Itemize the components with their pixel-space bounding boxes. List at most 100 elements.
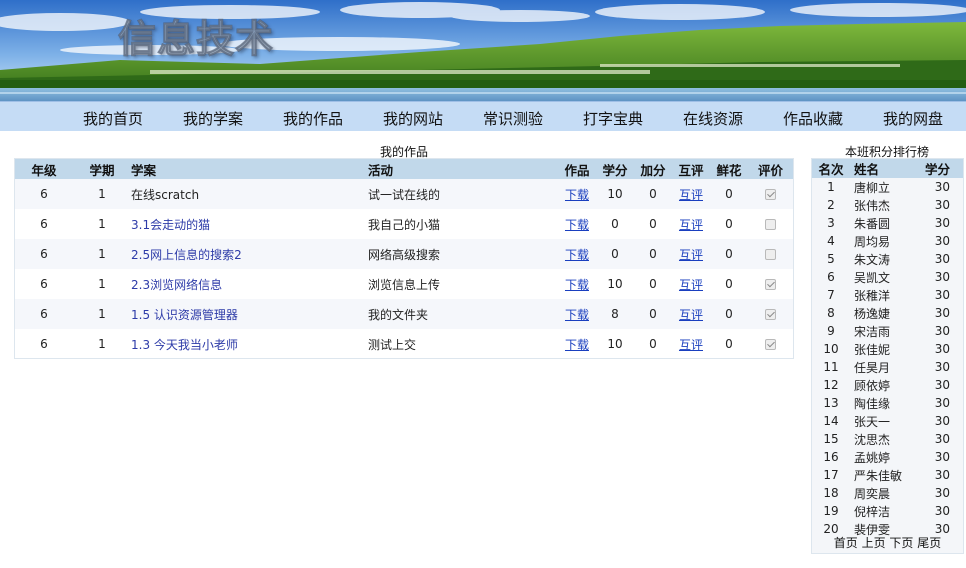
ranking-row: 7 张稚洋 30 xyxy=(812,286,963,304)
rank-cell: 19 xyxy=(823,504,839,518)
ranking-panel: 名次 姓名 学分 1 唐柳立 30 2 张伟杰 30 3 朱番圆 30 4 周均易 30 5 朱文涛 30 6… xyxy=(811,158,964,554)
score-cell: 30 xyxy=(934,270,950,284)
name-cell: 朱文涛 xyxy=(854,252,891,267)
peer-review-link[interactable]: 互评 xyxy=(679,338,703,352)
nav-item-lessons[interactable]: 我的学案 xyxy=(183,108,243,129)
rank-cell: 3 xyxy=(827,216,835,230)
pager-next-link[interactable]: 下页 xyxy=(889,536,913,550)
nav-item-favorites[interactable]: 作品收藏 xyxy=(783,108,843,129)
name-cell: 陶佳缘 xyxy=(854,396,891,411)
ranking-row: 10 张佳妮 30 xyxy=(812,340,963,358)
nav-item-netdisk[interactable]: 我的网盘 xyxy=(883,108,943,129)
works-header-row: 年级 学期 学案 活动 作品 学分 加分 互评 鲜花 评价 xyxy=(15,159,793,179)
peer-review-link[interactable]: 互评 xyxy=(679,188,703,202)
works-table: 年级 学期 学案 活动 作品 学分 加分 互评 鲜花 评价 6 1 在线scra… xyxy=(15,159,793,359)
nav-item-quiz[interactable]: 常识测验 xyxy=(483,108,543,129)
col-header-activity: 活动 xyxy=(368,159,558,179)
col-header-rank: 名次 xyxy=(812,159,850,178)
col-header-bonus: 加分 xyxy=(634,159,672,179)
score-cell: 30 xyxy=(934,306,950,320)
rank-cell: 18 xyxy=(823,486,839,500)
ranking-row: 11 任昊月 30 xyxy=(812,358,963,376)
credit-cell: 10 xyxy=(607,277,623,291)
score-cell: 30 xyxy=(934,198,950,212)
name-cell: 张稚洋 xyxy=(854,288,891,303)
ranking-row: 8 杨逸婕 30 xyxy=(812,304,963,322)
lesson-link[interactable]: 3.1会走动的猫 xyxy=(131,218,210,232)
ranking-row: 2 张伟杰 30 xyxy=(812,196,963,214)
ranking-row: 16 孟姚婷 30 xyxy=(812,448,963,466)
col-header-score: 学分 xyxy=(920,159,963,178)
works-row: 6 1 1.3 今天我当小老师 测试上交 下载 10 0 互评 0 xyxy=(15,329,793,359)
name-cell: 朱番圆 xyxy=(854,216,891,231)
col-header-review: 互评 xyxy=(672,159,710,179)
rank-cell: 14 xyxy=(823,414,839,428)
rank-cell: 1 xyxy=(827,180,835,194)
lesson-link[interactable]: 在线scratch xyxy=(131,188,199,202)
peer-review-link[interactable]: 互评 xyxy=(679,278,703,292)
peer-review-link[interactable]: 互评 xyxy=(679,248,703,262)
ranking-pager: 首页 上页 下页 尾页 xyxy=(812,534,963,551)
score-cell: 30 xyxy=(934,378,950,392)
rank-cell: 6 xyxy=(827,270,835,284)
score-cell: 30 xyxy=(934,234,950,248)
ranking-row: 14 张天一 30 xyxy=(812,412,963,430)
lesson-link[interactable]: 1.3 今天我当小老师 xyxy=(131,338,238,352)
rank-cell: 2 xyxy=(827,198,835,212)
nav-item-resources[interactable]: 在线资源 xyxy=(683,108,743,129)
name-cell: 任昊月 xyxy=(854,360,891,375)
download-link[interactable]: 下载 xyxy=(565,218,589,232)
score-cell: 30 xyxy=(934,468,950,482)
score-cell: 30 xyxy=(934,252,950,266)
rank-cell: 8 xyxy=(827,306,835,320)
col-header-term: 学期 xyxy=(73,159,131,179)
lesson-link[interactable]: 2.5网上信息的搜索2 xyxy=(131,248,242,262)
score-cell: 30 xyxy=(934,324,950,338)
download-link[interactable]: 下载 xyxy=(565,338,589,352)
nav-item-website[interactable]: 我的网站 xyxy=(383,108,443,129)
rank-cell: 9 xyxy=(827,324,835,338)
ranking-row: 18 周奕晨 30 xyxy=(812,484,963,502)
score-cell: 30 xyxy=(934,414,950,428)
term-cell: 1 xyxy=(98,337,106,351)
credit-cell: 10 xyxy=(607,337,623,351)
grade-cell: 6 xyxy=(40,217,48,231)
banner-title: 信息技术 xyxy=(117,17,275,62)
ranking-row: 6 吴凯文 30 xyxy=(812,268,963,286)
rating-checkbox xyxy=(765,279,776,290)
nav-item-typing[interactable]: 打字宝典 xyxy=(583,108,643,129)
name-cell: 唐柳立 xyxy=(854,180,891,195)
score-cell: 30 xyxy=(934,342,950,356)
peer-review-link[interactable]: 互评 xyxy=(679,308,703,322)
term-cell: 1 xyxy=(73,239,131,269)
bonus-cell: 0 xyxy=(649,337,657,351)
name-cell: 张伟杰 xyxy=(854,198,891,213)
col-header-name: 姓名 xyxy=(850,159,920,178)
bonus-cell: 0 xyxy=(649,277,657,291)
pager-last-link[interactable]: 尾页 xyxy=(917,536,941,550)
term-cell: 1 xyxy=(73,179,131,209)
lesson-link[interactable]: 2.3浏览网络信息 xyxy=(131,278,222,292)
pager-first-link[interactable]: 首页 xyxy=(834,536,858,550)
download-link[interactable]: 下载 xyxy=(565,248,589,262)
nav-item-home[interactable]: 我的首页 xyxy=(83,108,143,129)
download-link[interactable]: 下载 xyxy=(565,308,589,322)
rank-cell: 16 xyxy=(823,450,839,464)
download-link[interactable]: 下载 xyxy=(565,278,589,292)
term-cell: 1 xyxy=(98,217,106,231)
bonus-cell: 0 xyxy=(634,299,672,329)
peer-review-link[interactable]: 互评 xyxy=(679,218,703,232)
name-cell: 倪梓洁 xyxy=(854,504,891,519)
pager-prev-link[interactable]: 上页 xyxy=(862,536,886,550)
rating-checkbox xyxy=(765,189,776,200)
rank-cell: 17 xyxy=(823,468,839,482)
flowers-cell: 0 xyxy=(710,179,748,209)
score-cell: 30 xyxy=(934,288,950,302)
grade-cell: 6 xyxy=(40,277,48,291)
lesson-link[interactable]: 1.5 认识资源管理器 xyxy=(131,308,238,322)
flowers-cell: 0 xyxy=(725,217,733,231)
works-row: 6 1 2.3浏览网络信息 浏览信息上传 下载 10 0 互评 0 xyxy=(15,269,793,299)
download-link[interactable]: 下载 xyxy=(565,188,589,202)
rating-checkbox xyxy=(765,309,776,320)
nav-item-works[interactable]: 我的作品 xyxy=(283,108,343,129)
